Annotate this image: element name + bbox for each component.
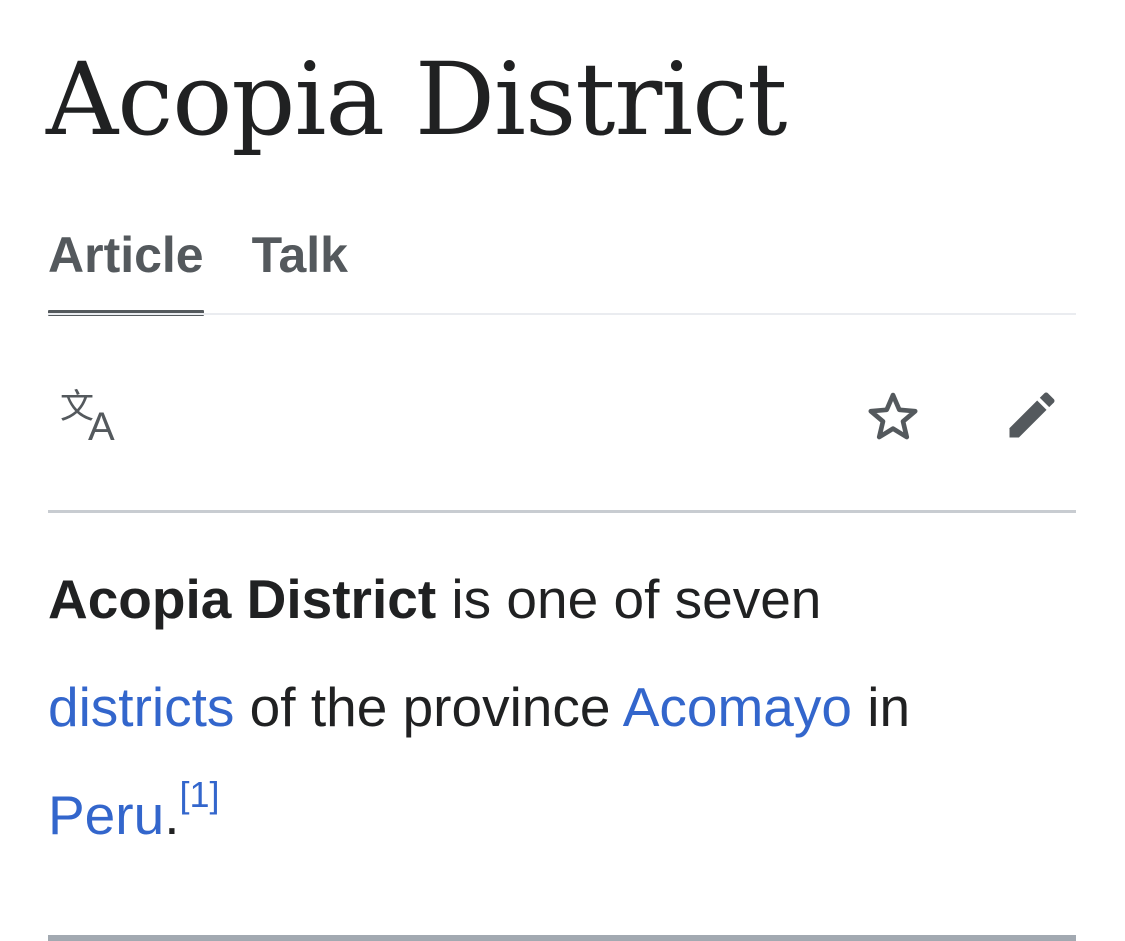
svg-text:A: A xyxy=(88,405,115,444)
tab-talk[interactable]: Talk xyxy=(252,222,348,316)
acomayo-link[interactable]: Acomayo xyxy=(623,676,852,738)
tabs-divider xyxy=(48,313,1076,315)
lead-text: in xyxy=(851,676,911,738)
page-tabs: Article Talk xyxy=(48,222,348,316)
translate-icon: 文 A xyxy=(58,388,128,444)
lead-text: . xyxy=(164,784,180,846)
lead-paragraph: Acopia District is one of seven district… xyxy=(48,545,1088,869)
districts-link[interactable]: districts xyxy=(48,676,234,738)
article-subject: Acopia District xyxy=(48,568,437,630)
tab-article[interactable]: Article xyxy=(48,222,204,316)
pencil-icon xyxy=(1002,385,1062,445)
star-outline-icon xyxy=(863,389,923,445)
watch-button[interactable] xyxy=(863,389,923,445)
citation-link[interactable]: [1] xyxy=(179,774,219,815)
lead-text: is one of seven xyxy=(436,568,822,630)
peru-link[interactable]: Peru xyxy=(48,784,164,846)
toolbar-divider xyxy=(48,510,1076,513)
language-button[interactable]: 文 A xyxy=(58,388,128,444)
page-title: Acopia District xyxy=(46,41,787,158)
edit-button[interactable] xyxy=(1002,385,1062,445)
section-divider xyxy=(48,935,1076,941)
lead-text: of the province xyxy=(234,676,623,738)
